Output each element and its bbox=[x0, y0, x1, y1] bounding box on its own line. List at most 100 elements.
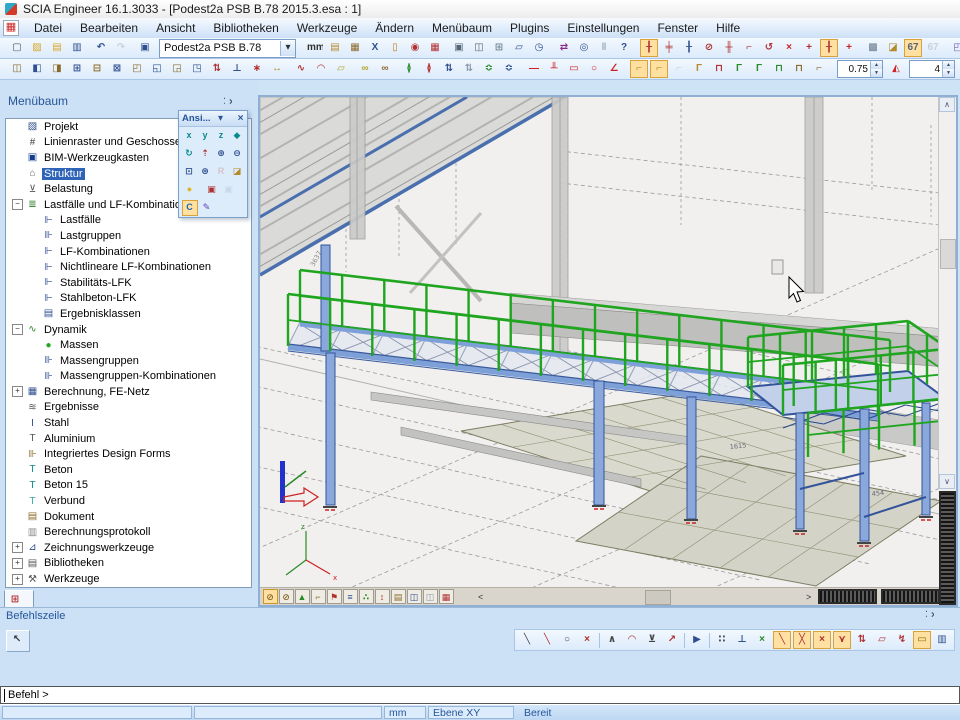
refresh-mesh-icon[interactable]: ◭ bbox=[887, 60, 905, 78]
table-columns-icon[interactable]: ‖ bbox=[595, 39, 613, 57]
view-table-icon[interactable]: ▦ bbox=[439, 589, 454, 604]
horizontal-scrollbar-thumb[interactable] bbox=[645, 590, 671, 605]
link-icon[interactable]: ⇄ bbox=[555, 39, 573, 57]
align-members-icon[interactable]: ⇅ bbox=[460, 60, 478, 78]
units-icon[interactable]: mm bbox=[306, 39, 324, 57]
coordinate-info-icon[interactable]: C bbox=[182, 200, 198, 216]
polygon-icon[interactable]: ▱ bbox=[332, 60, 350, 78]
close-icon[interactable]: × bbox=[930, 607, 935, 625]
lock-selection-icon[interactable]: ⊘ bbox=[700, 39, 718, 57]
walk-mode-icon[interactable]: ⇡ bbox=[198, 146, 213, 162]
clipboard-icon[interactable]: ▯ bbox=[386, 39, 404, 57]
draw-subregion-icon[interactable]: ⊠ bbox=[108, 60, 126, 78]
menu-hilfe[interactable]: Hilfe bbox=[707, 20, 749, 36]
menu-ndern[interactable]: Ändern bbox=[366, 20, 423, 36]
tree-item-zeichnungswerkzeuge[interactable]: +⊿Zeichnungswerkzeuge bbox=[6, 540, 251, 556]
support-spring-icon[interactable]: Γ bbox=[750, 60, 768, 78]
zoom-in-icon[interactable]: ⊕ bbox=[214, 146, 229, 162]
tree-item-bibliotheken[interactable]: +▤Bibliotheken bbox=[6, 556, 251, 572]
tree-item-stahlbeton-lfk[interactable]: ⊩Stahlbeton-LFK bbox=[6, 291, 251, 307]
show-loads-icon[interactable]: ⌐ bbox=[311, 589, 326, 604]
tree-item-massen[interactable]: ●Massen bbox=[6, 337, 251, 353]
rotate-slider-x[interactable] bbox=[818, 589, 877, 604]
draw-haunch-icon[interactable]: ◱ bbox=[148, 60, 166, 78]
connect-group-icon[interactable]: ≎ bbox=[480, 60, 498, 78]
snap-line-end-icon[interactable]: ╲ bbox=[538, 631, 556, 649]
fast-render-icon[interactable]: ⊘ bbox=[263, 589, 278, 604]
scroll-down-button[interactable]: ∨ bbox=[939, 474, 955, 489]
opacity-spinner[interactable]: 0.75 ▲▼ bbox=[837, 60, 883, 78]
rotate-slider-vertical[interactable] bbox=[939, 491, 956, 605]
spin-down-icon[interactable]: ▼ bbox=[943, 69, 954, 77]
coord-table-icon[interactable]: ▥ bbox=[933, 631, 951, 649]
rotate-view-icon[interactable]: ↻ bbox=[182, 146, 197, 162]
tree-item-ergebnisse[interactable]: ≋Ergebnisse bbox=[6, 400, 251, 416]
menu-fenster[interactable]: Fenster bbox=[648, 20, 707, 36]
show-node-labels-icon[interactable]: ∴ bbox=[359, 589, 374, 604]
menu-einstellungen[interactable]: Einstellungen bbox=[558, 20, 648, 36]
tree-item-aluminium[interactable]: TAluminium bbox=[6, 431, 251, 447]
tree-item-werkzeuge[interactable]: +⚒Werkzeuge bbox=[6, 571, 251, 587]
internal-node-icon[interactable]: ⇅ bbox=[208, 60, 226, 78]
midpoint-icon[interactable]: × bbox=[753, 631, 771, 649]
show-supports-icon[interactable]: ▲ bbox=[295, 589, 310, 604]
menu-werkzeuge[interactable]: Werkzeuge bbox=[288, 20, 366, 36]
project-combobox[interactable]: Podest2a PSB B.78 ▾ bbox=[159, 39, 296, 58]
show-local-axes-icon[interactable]: ↕ bbox=[375, 589, 390, 604]
support-node-icon[interactable]: ⊥ bbox=[228, 60, 246, 78]
save-all-icon[interactable]: ▤ bbox=[48, 39, 66, 57]
tree-item-lf-kombinationen[interactable]: ⊩LF-Kombinationen bbox=[6, 244, 251, 260]
zoom-all-icon[interactable]: ⊛ bbox=[198, 164, 213, 180]
arc-icon[interactable]: ◠ bbox=[312, 60, 330, 78]
lasso-select-icon[interactable]: ↺ bbox=[760, 39, 778, 57]
snap-parallel-icon[interactable]: ↗ bbox=[663, 631, 681, 649]
zoom-document-icon[interactable]: ◎ bbox=[575, 39, 593, 57]
coordinates-icon[interactable]: X bbox=[366, 39, 384, 57]
menu-ansicht[interactable]: Ansicht bbox=[147, 20, 204, 36]
palette-close-icon[interactable]: × bbox=[232, 110, 250, 128]
support-fixed-icon[interactable]: ⌐ bbox=[630, 60, 648, 78]
palette-settings-icon[interactable]: ◪ bbox=[884, 39, 902, 57]
view-palette-header[interactable]: Ansi... ▾× bbox=[179, 111, 247, 127]
view-67-icon[interactable]: 67 bbox=[904, 39, 922, 57]
deselect-icon[interactable]: × bbox=[780, 39, 798, 57]
pointer-mode-icon[interactable]: ↖ bbox=[8, 631, 26, 649]
command-input[interactable]: Befehl > bbox=[0, 686, 960, 704]
member-end-icon[interactable]: ⌐ bbox=[740, 39, 758, 57]
rotate-slider-y[interactable] bbox=[881, 589, 940, 604]
new-project-icon[interactable]: ▢ bbox=[8, 39, 26, 57]
calculator-icon[interactable]: ⊞ bbox=[490, 39, 508, 57]
3d-viewport[interactable]: z x 3637 1615 454 ∧ ∨ ⊘⊘▲⌐⚑≡∴↕▤◫◫▦ < > bbox=[258, 95, 958, 607]
dimension-line-icon[interactable]: — bbox=[525, 60, 543, 78]
dimension-box-icon[interactable]: ▭ bbox=[565, 60, 583, 78]
print-preview-icon[interactable]: ◫ bbox=[470, 39, 488, 57]
undo-icon[interactable]: ↶ bbox=[92, 39, 110, 57]
tree-expander-icon[interactable]: + bbox=[12, 558, 23, 569]
member-link-icon[interactable]: ∞ bbox=[376, 60, 394, 78]
dimension-angle-icon[interactable]: ∠ bbox=[605, 60, 623, 78]
tree-item-integriertes-design-forms[interactable]: ⊪Integriertes Design Forms bbox=[6, 446, 251, 462]
open-project-icon[interactable]: ▨ bbox=[28, 39, 46, 57]
snap-ortho-icon[interactable]: ⊻ bbox=[643, 631, 661, 649]
pin-icon[interactable]: ↧ bbox=[923, 607, 928, 625]
pointer-mode-button[interactable]: ↖ bbox=[6, 630, 30, 652]
draw-opening-icon[interactable]: ⊟ bbox=[88, 60, 106, 78]
view-z-icon[interactable]: z bbox=[214, 128, 229, 144]
tree-item-verbund[interactable]: TVerbund bbox=[6, 493, 251, 509]
render-mode-icon[interactable]: ⊘ bbox=[279, 589, 294, 604]
copy-add-data-icon[interactable]: ◰ bbox=[949, 39, 960, 57]
tree-item-massengruppen[interactable]: ⊪Massengruppen bbox=[6, 353, 251, 369]
snap-endpoints-icon[interactable]: ╲ bbox=[773, 631, 791, 649]
connect-members-icon[interactable]: ≬ bbox=[400, 60, 418, 78]
document-icon[interactable]: ▱ bbox=[510, 39, 528, 57]
print-icon[interactable]: ▣ bbox=[450, 39, 468, 57]
node-filter-icon[interactable]: ╂ bbox=[640, 39, 658, 57]
snap-arc-icon[interactable]: ↯ bbox=[893, 631, 911, 649]
tree-expander-icon[interactable]: − bbox=[12, 199, 23, 210]
spin-up-icon[interactable]: ▲ bbox=[943, 61, 954, 69]
tree-item-stahl[interactable]: IStahl bbox=[6, 415, 251, 431]
mesh-sphere-icon[interactable]: ◉ bbox=[406, 39, 424, 57]
snap-orthopoints-icon[interactable]: ⇅ bbox=[853, 631, 871, 649]
show-structure-icon[interactable]: ▤ bbox=[391, 589, 406, 604]
tree-item-nichtlineare-lf-kombinationen[interactable]: ⊩Nichtlineare LF-Kombinationen bbox=[6, 259, 251, 275]
